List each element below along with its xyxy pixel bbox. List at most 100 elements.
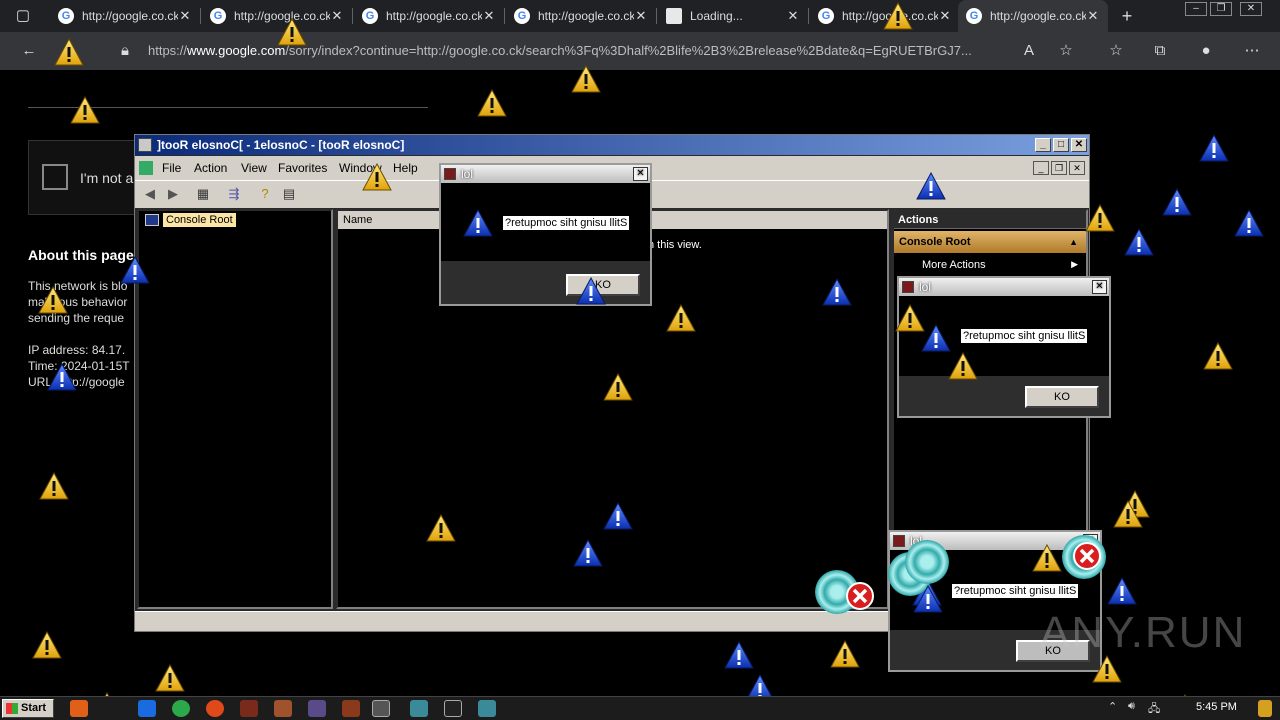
more-menu-icon[interactable]: ⋯: [1243, 42, 1261, 60]
console-app-icon: [138, 138, 152, 152]
notification-icon[interactable]: [1258, 700, 1272, 717]
tab-actions-icon[interactable]: ▢: [14, 7, 32, 25]
warning-icon: [1085, 204, 1115, 232]
document-icon: [139, 161, 153, 175]
page-line: Time: 2024-01-15T: [28, 359, 130, 373]
read-aloud-icon[interactable]: A: [1020, 42, 1038, 60]
tab-title: http://google.co.ck: [386, 9, 482, 23]
collapse-icon[interactable]: ▲: [1069, 231, 1078, 253]
close-icon[interactable]: ✕: [633, 167, 648, 181]
app-icon: [444, 168, 456, 180]
warning-icon: [70, 96, 100, 124]
close-tab-icon[interactable]: ✕: [330, 8, 344, 24]
actions-section-label: Console Root: [899, 236, 971, 248]
warning-icon: [571, 65, 601, 93]
app-icon[interactable]: [342, 700, 360, 717]
tree-item-console-root[interactable]: Console Root: [145, 213, 236, 227]
app-icon[interactable]: [410, 700, 428, 717]
action-pane-icon[interactable]: ▤: [279, 185, 299, 203]
network-icon[interactable]: 🖧︎: [1148, 700, 1160, 719]
browser-tab[interactable]: G http://google.co.ck ✕: [354, 0, 504, 32]
warning-icon: [477, 89, 507, 117]
info-icon: [463, 209, 493, 237]
app-icon[interactable]: [240, 700, 258, 717]
restore-icon[interactable]: ❐: [1210, 2, 1232, 16]
maximize-icon[interactable]: □: [1053, 138, 1069, 152]
favorites-icon[interactable]: ☆: [1107, 42, 1125, 60]
media-player-icon[interactable]: [138, 700, 156, 717]
help-icon[interactable]: ?: [255, 185, 275, 203]
google-icon: G: [210, 8, 226, 24]
tray-expand-icon[interactable]: ⌃: [1108, 700, 1117, 713]
minimize-icon[interactable]: –: [1185, 2, 1207, 16]
close-icon[interactable]: ✕: [1092, 280, 1107, 294]
firefox-icon[interactable]: [70, 700, 88, 717]
app-icon[interactable]: [478, 700, 496, 717]
export-list-icon[interactable]: ⇶: [224, 185, 244, 203]
dialog-message: ?retupmoc siht gnisu llitS: [952, 584, 1079, 598]
close-tab-icon[interactable]: ✕: [786, 8, 800, 24]
ok-button[interactable]: KO: [1025, 386, 1099, 408]
info-icon: [573, 539, 603, 567]
info-icon: [724, 641, 754, 669]
close-tab-icon[interactable]: ✕: [1086, 8, 1100, 24]
minimize-icon[interactable]: _: [1035, 138, 1051, 152]
menu-file[interactable]: File: [162, 161, 181, 175]
close-icon[interactable]: ✕: [1071, 138, 1087, 152]
start-button[interactable]: Start: [2, 699, 54, 718]
dialog-title-bar[interactable]: lol ✕: [441, 165, 650, 183]
menu-view[interactable]: View: [241, 161, 267, 175]
browser-tab[interactable]: . Loading... ✕: [658, 0, 808, 32]
back-icon[interactable]: ◀: [140, 185, 160, 203]
show-hide-tree-icon[interactable]: ▦: [193, 185, 213, 203]
lock-icon: 🔒︎: [121, 42, 129, 59]
chrome-icon[interactable]: [172, 700, 190, 717]
dialog-title-bar[interactable]: lol ✕: [899, 278, 1109, 296]
collections-icon[interactable]: ⧉: [1151, 42, 1169, 60]
warning-icon: [1203, 342, 1233, 370]
app-icon: [902, 281, 914, 293]
console-icon[interactable]: [372, 700, 390, 717]
close-window-icon[interactable]: ✕: [1240, 2, 1262, 16]
forward-icon[interactable]: ▶: [163, 185, 183, 203]
close-tab-icon[interactable]: ✕: [938, 8, 952, 24]
clock[interactable]: 5:45 PM: [1196, 701, 1237, 713]
restore-icon[interactable]: ❐: [1051, 161, 1067, 175]
info-icon: [1199, 134, 1229, 162]
app-icon[interactable]: [308, 700, 326, 717]
browser-tab-active[interactable]: G http://google.co.ck ✕: [958, 0, 1108, 32]
browser-tab[interactable]: G http://google.co.ck ✕: [50, 0, 200, 32]
menu-favorites[interactable]: Favorites: [278, 161, 327, 175]
warning-icon: [38, 286, 68, 314]
google-icon: G: [818, 8, 834, 24]
minimize-icon[interactable]: _: [1033, 161, 1049, 175]
back-icon[interactable]: ←: [20, 42, 38, 60]
actions-section-console-root[interactable]: Console Root ▲: [894, 231, 1086, 253]
add-favorite-icon[interactable]: ☆: [1057, 42, 1075, 60]
warning-icon: [830, 640, 860, 668]
menu-action[interactable]: Action: [194, 161, 227, 175]
menu-help[interactable]: Help: [393, 161, 418, 175]
close-tab-icon[interactable]: ✕: [178, 8, 192, 24]
mmc-title-bar[interactable]: ]tooR elosnoC[ - 1elosnoC - [tooR elosno…: [135, 135, 1089, 155]
warning-icon: [426, 514, 456, 542]
warning-icon: [54, 38, 84, 66]
firefox-icon[interactable]: [206, 700, 224, 717]
dialog-title: lol: [919, 280, 932, 294]
tab-title: Loading...: [690, 9, 743, 23]
close-tab-icon[interactable]: ✕: [482, 8, 496, 24]
volume-icon[interactable]: 🔊︎: [1128, 700, 1135, 713]
cmd-icon[interactable]: [444, 700, 462, 717]
browser-tab[interactable]: G http://google.co.ck ✕: [506, 0, 656, 32]
close-icon[interactable]: ✕: [1069, 161, 1085, 175]
close-tab-icon[interactable]: ✕: [634, 8, 648, 24]
browser-tab-bar: ▢ G http://google.co.ck ✕ G http://googl…: [0, 0, 1280, 32]
captcha-checkbox[interactable]: [42, 164, 68, 190]
app-icon[interactable]: [274, 700, 292, 717]
profile-icon[interactable]: ●: [1197, 42, 1215, 60]
new-tab-icon[interactable]: +: [1118, 7, 1136, 25]
info-icon: [576, 277, 606, 305]
system-tray: ⌃ 🔊︎ 🖧︎: [1108, 700, 1188, 718]
more-actions-item[interactable]: More Actions: [922, 259, 986, 271]
google-icon: G: [966, 8, 982, 24]
